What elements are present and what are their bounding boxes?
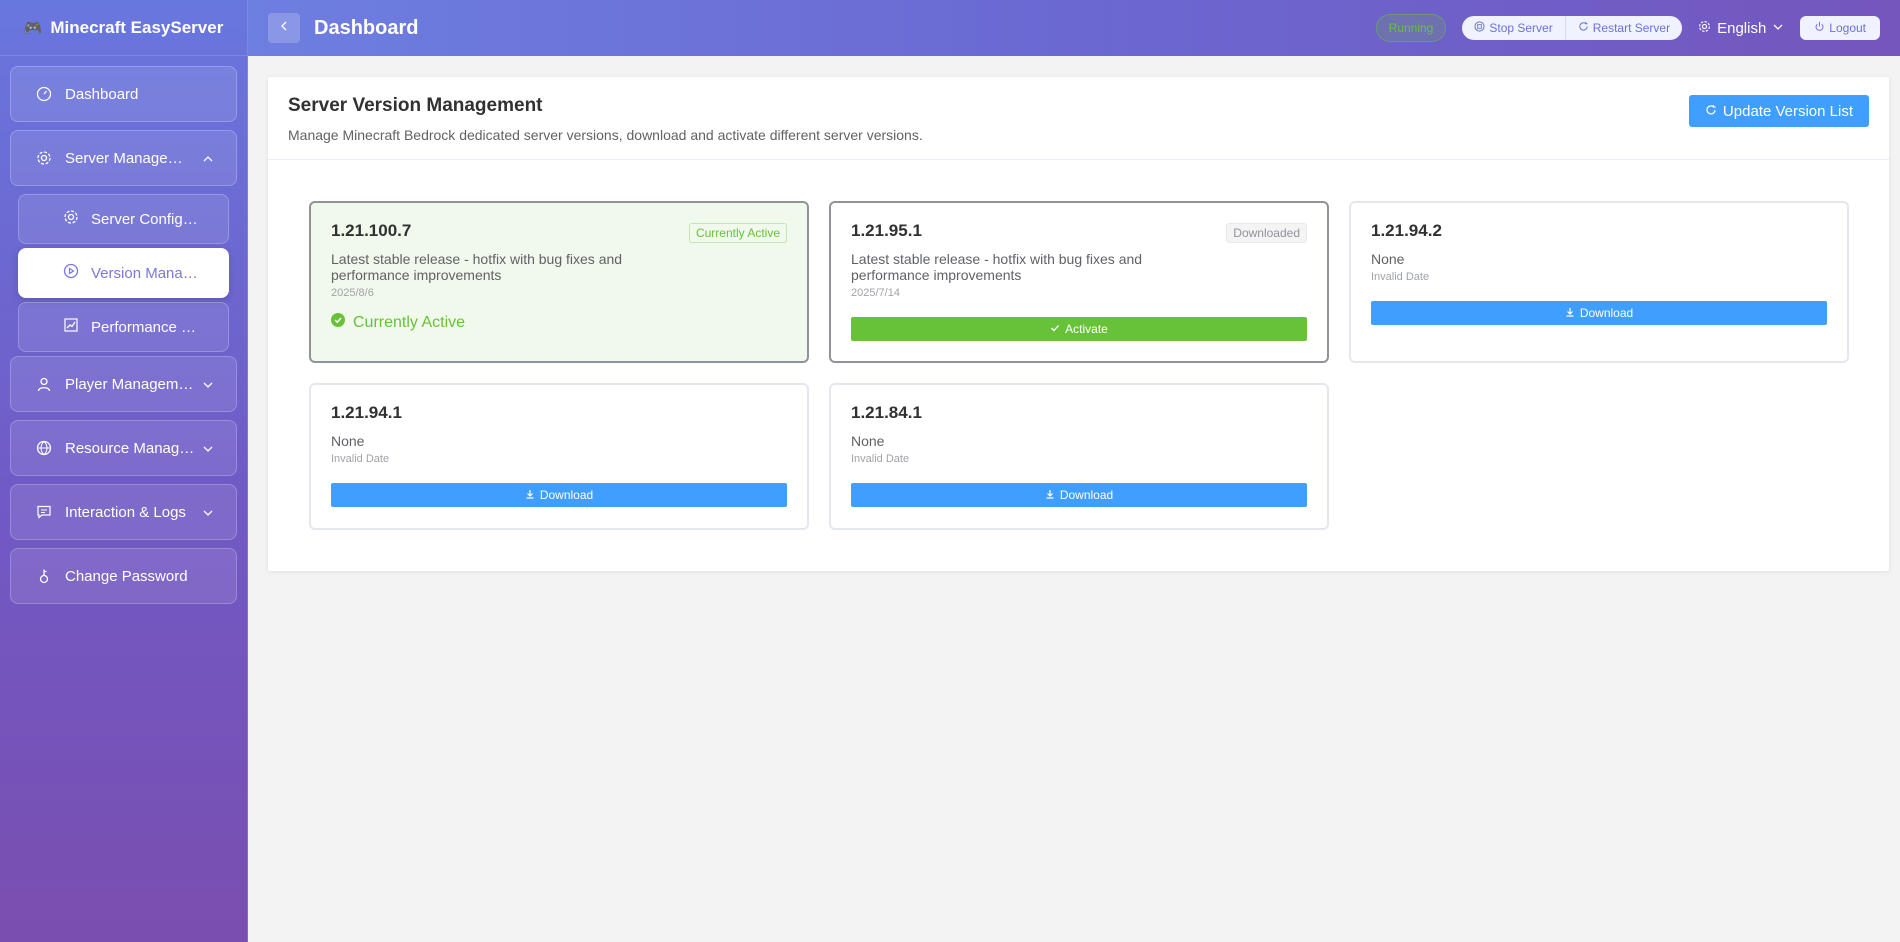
logout-button[interactable]: Logout [1800, 16, 1880, 40]
download-button[interactable]: Download [331, 483, 787, 507]
version-description: Latest stable release - hotfix with bug … [331, 251, 623, 283]
sidebar-item-label: Server Management [65, 149, 195, 167]
refresh-icon [1578, 21, 1589, 35]
status-badge: Downloaded [1226, 223, 1307, 243]
check-circle-icon [331, 313, 345, 332]
chat-icon [35, 503, 53, 521]
language-label: English [1717, 19, 1767, 37]
chevron-down-icon [1772, 20, 1784, 37]
version-date: 2025/7/14 [851, 287, 900, 299]
activate-button[interactable]: Activate [851, 317, 1307, 341]
sidebar-item-label: Version Management [91, 264, 206, 282]
collapse-sidebar-button[interactable] [268, 13, 300, 43]
panel-description: Manage Minecraft Bedrock dedicated serve… [288, 127, 923, 143]
sidebar-item-label: Change Password [65, 567, 188, 585]
currently-active-label: Currently Active [353, 313, 466, 331]
version-description: None [1371, 251, 1405, 267]
play-circle-icon [63, 263, 79, 283]
status-badge: Currently Active [688, 223, 787, 243]
version-date: 2025/8/6 [331, 287, 374, 299]
basketball-icon [35, 439, 53, 457]
stop-icon [1474, 21, 1485, 35]
sidebar-item-version-management[interactable]: Version Management [18, 248, 229, 298]
update-version-list-button[interactable]: Update Version List [1688, 95, 1869, 127]
panel-title: Server Version Management [288, 95, 543, 116]
version-description: None [851, 433, 885, 449]
sidebar-item-label: Player Management [65, 375, 195, 393]
key-icon [35, 567, 53, 585]
download-icon [1565, 306, 1575, 320]
download-button[interactable]: Download [1371, 301, 1827, 325]
stop-server-button[interactable]: Stop Server [1462, 16, 1564, 40]
sidebar-item-resource-management[interactable]: Resource Management [10, 420, 237, 476]
trend-chart-icon [63, 317, 79, 337]
top-header: Dashboard Running Stop Server Restart Se… [248, 0, 1900, 56]
restart-server-label: Restart Server [1592, 21, 1671, 35]
currently-active-indicator: Currently Active [331, 313, 787, 332]
sidebar-item-change-password[interactable]: Change Password [10, 548, 237, 604]
page-title: Dashboard [314, 16, 419, 39]
sidebar-menu: Dashboard Server Management Server Confi… [0, 56, 247, 622]
version-date: Invalid Date [851, 453, 910, 465]
version-management-panel: Server Version Management Manage Minecra… [268, 77, 1889, 571]
gear-icon [1698, 20, 1711, 37]
update-version-list-label: Update Version List [1722, 102, 1853, 120]
version-card: 1.21.94.2 None Invalid Date Download [1349, 201, 1849, 363]
version-description: None [331, 433, 365, 449]
download-button[interactable]: Download [851, 483, 1307, 507]
chevron-left-icon [278, 19, 290, 37]
gear-icon [35, 149, 53, 167]
server-status-badge: Running [1375, 14, 1447, 42]
version-card: 1.21.100.7 Currently Active Latest stabl… [309, 201, 809, 363]
download-icon [1045, 488, 1055, 502]
server-control-group: Stop Server Restart Server [1462, 16, 1683, 40]
stop-server-label: Stop Server [1489, 21, 1553, 35]
sidebar-item-label: Dashboard [65, 85, 139, 103]
version-date: Invalid Date [1371, 271, 1430, 283]
version-card: 1.21.95.1 Downloaded Latest stable relea… [829, 201, 1329, 363]
chevron-down-icon [202, 506, 214, 518]
version-number: 1.21.84.1 [851, 403, 922, 422]
download-label: Download [1059, 488, 1114, 502]
user-icon [35, 375, 53, 393]
sidebar-item-performance-monitor[interactable]: Performance Monitor [18, 302, 229, 352]
version-description: Latest stable release - hotfix with bug … [851, 251, 1143, 283]
sidebar-item-label: Interaction & Logs [65, 503, 186, 521]
chevron-down-icon [202, 442, 214, 454]
sidebar-item-dashboard[interactable]: Dashboard [10, 66, 237, 122]
version-card: 1.21.84.1 None Invalid Date Download [829, 383, 1329, 530]
refresh-icon [1705, 103, 1717, 120]
sidebar-item-player-management[interactable]: Player Management [10, 356, 237, 412]
app-title: Minecraft EasyServer [50, 17, 224, 37]
sidebar-item-interaction-logs[interactable]: Interaction & Logs [10, 484, 237, 540]
sidebar-item-server-configuration[interactable]: Server Configuration [18, 194, 229, 244]
sidebar-item-server-management[interactable]: Server Management [10, 130, 237, 186]
language-dropdown[interactable]: English [1698, 20, 1784, 37]
sidebar-item-label: Performance Monitor [91, 318, 206, 336]
activate-label: Activate [1065, 322, 1108, 336]
server-management-submenu: Server Configuration Version Management … [10, 194, 237, 352]
version-number: 1.21.94.2 [1371, 221, 1442, 240]
chevron-down-icon [202, 378, 214, 390]
gauge-icon [35, 85, 53, 103]
gamepad-icon: 🎮 [23, 19, 43, 37]
chevron-up-icon [202, 152, 214, 164]
download-label: Download [539, 488, 594, 502]
download-label: Download [1579, 306, 1634, 320]
sidebar-item-label: Resource Management [65, 439, 195, 457]
sidebar-item-label: Server Configuration [91, 210, 206, 228]
version-date: Invalid Date [331, 453, 390, 465]
header-actions: Running Stop Server Restart Server Engli… [1375, 14, 1880, 42]
brand: 🎮 Minecraft EasyServer [0, 0, 247, 56]
gear-icon [63, 209, 79, 229]
sidebar: 🎮 Minecraft EasyServer Dashboard Server … [0, 0, 248, 942]
panel-header: Server Version Management Manage Minecra… [268, 77, 1889, 160]
power-icon [1814, 21, 1825, 35]
restart-server-button[interactable]: Restart Server [1564, 16, 1682, 40]
version-card: 1.21.94.1 None Invalid Date Download [309, 383, 809, 530]
version-number: 1.21.94.1 [331, 403, 402, 422]
check-icon [1050, 322, 1060, 336]
download-icon [525, 488, 535, 502]
logout-label: Logout [1829, 21, 1866, 35]
